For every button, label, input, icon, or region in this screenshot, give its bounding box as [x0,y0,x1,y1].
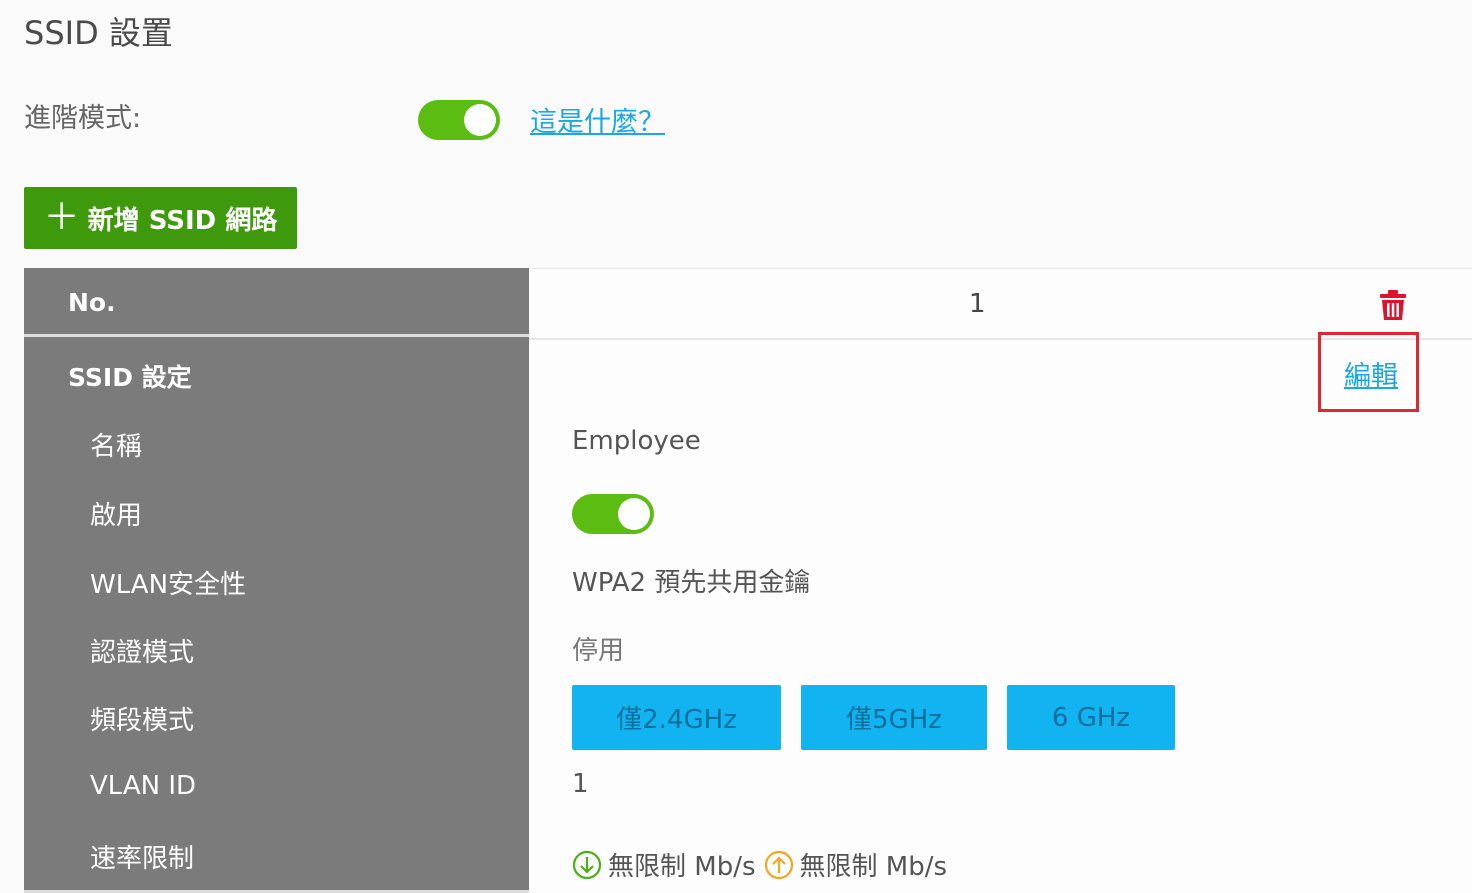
field-label-band-mode: 頻段模式 [90,706,195,736]
plus-icon: ＋ [43,197,80,238]
no-value-row: 1 [529,268,1472,340]
advanced-mode-toggle[interactable] [418,100,500,140]
download-rate: 無限制 Mb/s [608,852,756,882]
advanced-mode-label: 進階模式: [24,103,142,134]
enable-toggle[interactable] [572,494,654,534]
field-label-name: 名稱 [90,432,143,462]
no-value: 1 [969,289,986,319]
field-label-auth-mode: 認證模式 [90,638,195,668]
ssid-table: No. SSID 設定 名稱 啟用 WLAN安全性 認證模式 頻段模式 VLAN… [24,268,1472,893]
vlan-id-value: 1 [572,769,589,799]
download-icon [572,850,602,879]
field-label-vlan-id: VLAN ID [90,771,197,801]
edit-link[interactable]: 編輯 [1344,354,1398,393]
add-ssid-button[interactable]: ＋ 新增 SSID 網路 [24,187,297,249]
field-label-enable: 啟用 [90,501,143,531]
page-title: SSID 設置 [24,14,173,52]
upload-icon [764,850,793,879]
field-label-security: WLAN安全性 [90,570,247,600]
toggle-knob [464,104,496,136]
no-header-row: No. [24,268,529,337]
add-ssid-button-label: 新增 SSID 網路 [87,205,278,236]
field-label-rate-limit: 速率限制 [90,844,195,874]
rate-limit-value: 無限制 Mb/s 無限制 Mb/s [572,846,947,883]
upload-rate: 無限制 Mb/s [799,852,948,882]
trash-icon[interactable] [1379,289,1407,325]
table-label-column: No. SSID 設定 名稱 啟用 WLAN安全性 認證模式 頻段模式 VLAN… [24,268,529,893]
help-link[interactable]: 這是什麼？ [530,100,665,139]
table-value-column: 1 編輯 Employee WPA2 預先共用金鑰 停用 僅2.4GHz 僅5G… [529,268,1472,893]
security-value: WPA2 預先共用金鑰 [572,568,811,598]
auth-mode-value: 停用 [572,636,625,666]
band-24ghz-button[interactable]: 僅2.4GHz [572,685,781,750]
band-5ghz-button[interactable]: 僅5GHz [801,685,987,750]
band-6ghz-button[interactable]: 6 GHz [1007,685,1175,750]
no-header: No. [68,288,116,317]
ssid-name-value: Employee [572,426,701,456]
toggle-knob [618,498,650,530]
ssid-section-header: SSID 設定 [68,363,192,392]
